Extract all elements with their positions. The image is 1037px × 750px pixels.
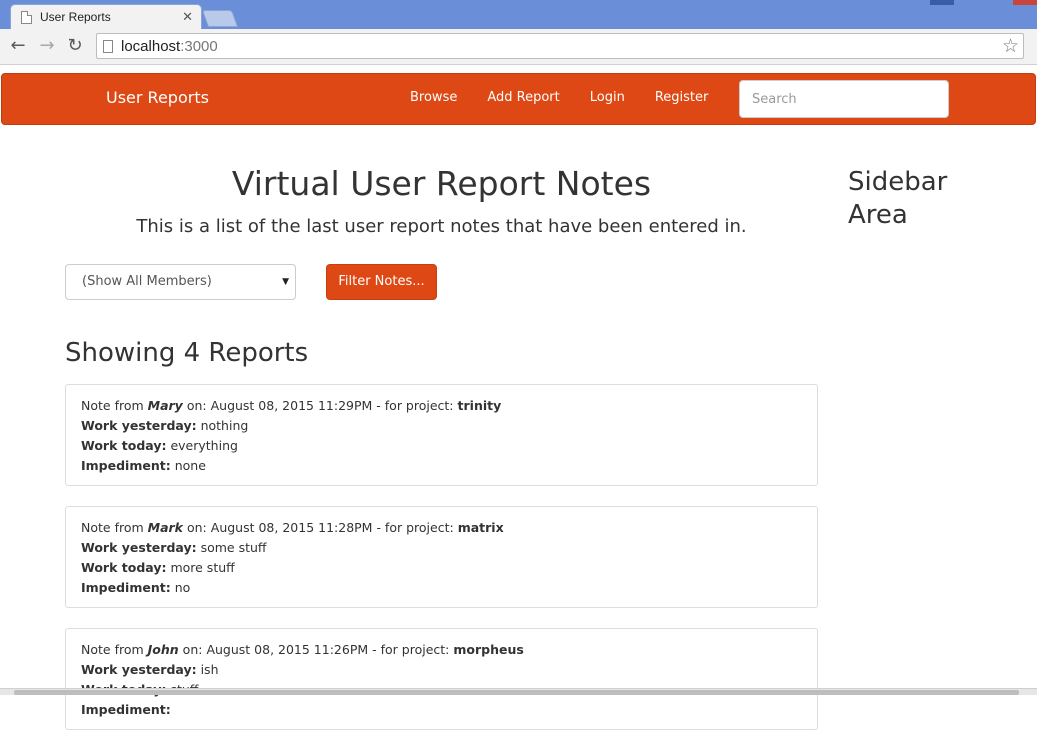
browser-tab[interactable]: User Reports ✕ bbox=[10, 4, 202, 29]
page-icon bbox=[21, 10, 32, 24]
page-icon bbox=[103, 39, 113, 53]
report-impediment: Impediment: bbox=[81, 702, 171, 717]
report-author: Mary bbox=[147, 398, 183, 413]
forward-icon[interactable]: → bbox=[36, 35, 58, 57]
report-today: Work today: everything bbox=[81, 438, 238, 453]
scrollbar-thumb[interactable] bbox=[14, 690, 1019, 695]
window-close-button[interactable] bbox=[1013, 0, 1037, 5]
new-tab-button[interactable] bbox=[201, 10, 239, 27]
report-card: Note from Mark on: August 08, 2015 11:28… bbox=[65, 506, 818, 608]
report-card: Note from John on: August 08, 2015 11:26… bbox=[65, 628, 818, 730]
search-input[interactable] bbox=[739, 80, 949, 118]
app-navbar: User Reports Browse Add Report Login Reg… bbox=[1, 73, 1036, 125]
reports-count-heading: Showing 4 Reports bbox=[65, 338, 309, 368]
nav-link-login[interactable]: Login bbox=[590, 90, 625, 105]
report-card: Note from Mary on: August 08, 2015 11:29… bbox=[65, 384, 818, 486]
tab-title: User Reports bbox=[40, 10, 111, 24]
report-impediment: Impediment: none bbox=[81, 458, 206, 473]
sidebar-title: Sidebar Area bbox=[848, 167, 948, 230]
page-subtitle: This is a list of the last user report n… bbox=[136, 216, 747, 237]
report-project: trinity bbox=[457, 398, 502, 413]
member-filter-value: (Show All Members) bbox=[82, 274, 212, 289]
filter-notes-button[interactable]: Filter Notes... bbox=[326, 264, 437, 300]
address-bar[interactable]: localhost:3000 ☆ bbox=[96, 33, 1024, 59]
reload-icon[interactable]: ↻ bbox=[64, 35, 86, 57]
report-project: matrix bbox=[457, 520, 504, 535]
url-text[interactable]: localhost:3000 bbox=[121, 38, 1002, 55]
bookmark-star-icon[interactable]: ☆ bbox=[1002, 35, 1019, 57]
browser-tabstrip: User Reports ✕ bbox=[0, 0, 1037, 29]
back-icon[interactable]: ← bbox=[7, 35, 29, 57]
report-yesterday: Work yesterday: some stuff bbox=[81, 540, 267, 555]
report-header: Note from Mary on: August 08, 2015 11:29… bbox=[81, 398, 502, 413]
member-filter-select[interactable]: (Show All Members) ▼ bbox=[65, 264, 296, 300]
report-yesterday: Work yesterday: nothing bbox=[81, 418, 249, 433]
navbar-links: Browse Add Report Login Register bbox=[410, 90, 738, 105]
dropdown-caret-icon: ▼ bbox=[282, 277, 289, 287]
horizontal-scrollbar[interactable] bbox=[0, 688, 1037, 695]
window-minimize-button[interactable] bbox=[930, 0, 954, 5]
report-date: August 08, 2015 11:28PM bbox=[210, 520, 373, 535]
nav-link-register[interactable]: Register bbox=[655, 90, 709, 105]
report-author: Mark bbox=[147, 520, 183, 535]
page-title: Virtual User Report Notes bbox=[231, 164, 652, 203]
report-date: August 08, 2015 11:26PM bbox=[206, 642, 369, 657]
report-list: Note from Mary on: August 08, 2015 11:29… bbox=[65, 384, 818, 750]
report-project: morpheus bbox=[453, 642, 524, 657]
report-today: Work today: more stuff bbox=[81, 560, 235, 575]
report-header: Note from John on: August 08, 2015 11:26… bbox=[81, 642, 524, 657]
nav-link-add-report[interactable]: Add Report bbox=[487, 90, 559, 105]
report-date: August 08, 2015 11:29PM bbox=[210, 398, 373, 413]
report-header: Note from Mark on: August 08, 2015 11:28… bbox=[81, 520, 504, 535]
navbar-brand[interactable]: User Reports bbox=[106, 88, 209, 107]
report-yesterday: Work yesterday: ish bbox=[81, 662, 219, 677]
report-author: John bbox=[147, 642, 179, 657]
browser-toolbar: ← → ↻ localhost:3000 ☆ bbox=[0, 29, 1037, 65]
tab-close-icon[interactable]: ✕ bbox=[182, 10, 193, 25]
report-impediment: Impediment: no bbox=[81, 580, 191, 595]
nav-link-browse[interactable]: Browse bbox=[410, 90, 457, 105]
